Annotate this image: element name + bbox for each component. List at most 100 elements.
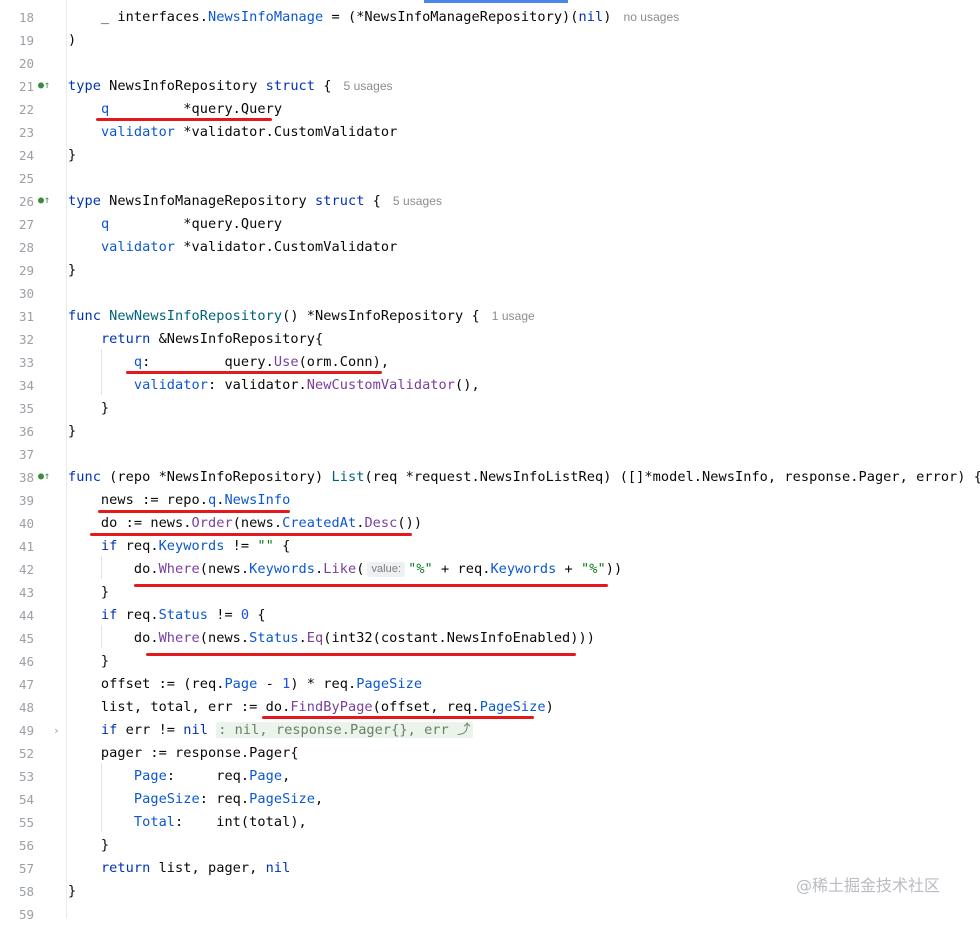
code-line[interactable]: 41 if req.Keywords != "" { — [0, 535, 980, 558]
token-kw: if — [100, 607, 118, 623]
code-line[interactable]: 26 ●↑ type NewsInfoManageRepository struct… — [0, 190, 980, 213]
code-line[interactable]: 23 validator *validator.CustomValidator — [0, 121, 980, 144]
code-line[interactable]: 39 news := repo.q.NewsInfo — [0, 489, 980, 512]
code-line[interactable]: 55 Total: int(total), — [0, 811, 980, 834]
code-line[interactable]: 45 do.Where(news.Status.Eq(int32(costant… — [0, 627, 980, 650]
code-line[interactable]: 59 — [0, 903, 980, 926]
line-number: 47 — [18, 677, 34, 692]
token-fld: Keywords — [158, 538, 225, 554]
code-text: } — [68, 653, 110, 669]
code-text: offset := (req.Page - 1) * req.PageSize — [68, 676, 423, 692]
token-fld: PageSize — [133, 791, 200, 807]
annotation-underline — [146, 653, 576, 656]
code-line[interactable]: 53 Page: req.Page, — [0, 765, 980, 788]
implementation-marker-icon[interactable]: ●↑ — [38, 194, 50, 208]
code-text: Total: int(total), — [133, 814, 307, 830]
token-fld: Keywords — [249, 561, 316, 577]
token-num: 1 — [282, 676, 291, 692]
code-line[interactable]: 31 func NewNewsInfoRepository() *NewsInfo… — [0, 305, 980, 328]
line-number: 40 — [18, 516, 34, 531]
code-line[interactable]: 47 offset := (req.Page - 1) * req.PageSi… — [0, 673, 980, 696]
code-line[interactable]: 37 — [0, 443, 980, 466]
fold-chevron-icon[interactable]: › — [53, 719, 60, 742]
code-line[interactable]: 56 } — [0, 834, 980, 857]
code-line[interactable]: 21 ●↑ type NewsInfoRepository struct {5 us… — [0, 75, 980, 98]
token-num: 0 — [240, 607, 250, 623]
code-line[interactable]: 36} — [0, 420, 980, 443]
indent-guide — [101, 625, 102, 648]
code-text: if err != nil : nil, response.Pager{}, e… — [100, 722, 473, 738]
line-number: 45 — [18, 631, 34, 646]
token-param: value: — [367, 562, 406, 577]
token-fld: validator — [100, 239, 176, 255]
code-line[interactable]: 49 › if err != nil : nil, response.Pager{… — [0, 719, 980, 742]
code-text: if req.Status != 0 { — [100, 607, 266, 623]
implementation-marker-icon[interactable]: ●↑ — [38, 79, 50, 93]
code-line[interactable]: 20 — [0, 52, 980, 75]
code-text: validator *validator.CustomValidator — [100, 124, 398, 140]
implementation-marker-icon[interactable]: ●↑ — [38, 470, 50, 484]
usages-hint[interactable]: no usages — [623, 10, 679, 24]
code-line[interactable]: 42 do.Where(news.Keywords.Like(value: "%"… — [0, 558, 980, 581]
token-kw: return — [100, 331, 151, 347]
line-number: 39 — [18, 493, 34, 508]
line-number: 41 — [18, 539, 34, 554]
code-line[interactable]: 32 return &NewsInfoRepository{ — [0, 328, 980, 351]
usages-hint[interactable]: 5 usages — [393, 194, 442, 208]
line-number: 53 — [18, 769, 34, 784]
code-line[interactable]: 38 ●↑ func (repo *NewsInfoRepository) List… — [0, 466, 980, 489]
code-line[interactable]: 27 q *query.Query — [0, 213, 980, 236]
code-line[interactable]: 30 — [0, 282, 980, 305]
annotation-underline — [134, 584, 608, 587]
token-kw: func — [68, 469, 101, 485]
code-text: validator: validator.NewCustomValidator(… — [133, 377, 480, 393]
code-line[interactable]: 34 validator: validator.NewCustomValidat… — [0, 374, 980, 397]
code-text: type NewsInfoManageRepository struct {5 … — [68, 193, 443, 209]
code-line[interactable]: 29} — [0, 259, 980, 282]
code-text: } — [68, 883, 77, 899]
code-line[interactable]: 35 } — [0, 397, 980, 420]
annotation-underline — [262, 716, 534, 719]
line-number: 48 — [18, 700, 34, 715]
code-text: pager := response.Pager{ — [68, 745, 299, 761]
code-text: q *query.Query — [100, 216, 283, 232]
watermark: @稀土掘金技术社区 — [796, 876, 941, 895]
token-fn: List — [331, 469, 365, 485]
token-kw: return — [100, 860, 151, 876]
line-number: 49 — [18, 723, 34, 738]
code-line[interactable]: 19) — [0, 29, 980, 52]
code-text: do.Where(news.Status.Eq(int32(costant.Ne… — [68, 630, 595, 646]
usages-hint[interactable]: 1 usage — [492, 309, 535, 323]
line-number: 18 — [18, 10, 34, 25]
code-line[interactable]: 24} — [0, 144, 980, 167]
code-line[interactable]: 18 _ interfaces.NewsInfoManage = (*NewsI… — [0, 6, 980, 29]
token-mth: NewCustomValidator — [306, 377, 456, 393]
line-number: 28 — [18, 240, 34, 255]
line-number: 56 — [18, 838, 34, 853]
usages-hint[interactable]: 5 usages — [344, 79, 393, 93]
code-line[interactable]: 28 validator *validator.CustomValidator — [0, 236, 980, 259]
line-number: 26 — [18, 194, 34, 209]
indent-guide — [101, 349, 102, 395]
token-mth: Order — [191, 515, 233, 531]
code-line[interactable]: 54 PageSize: req.PageSize, — [0, 788, 980, 811]
token-mth: FindByPage — [290, 699, 373, 715]
token-kw: nil — [578, 9, 604, 25]
token-fld: validator — [133, 377, 208, 393]
token-fld: Page — [249, 768, 283, 784]
line-number: 25 — [18, 171, 34, 186]
code-line[interactable]: 52 pager := response.Pager{ — [0, 742, 980, 765]
line-number: 31 — [18, 309, 34, 324]
annotation-underline — [90, 533, 412, 536]
token-kw: type — [68, 193, 101, 209]
code-line[interactable]: 25 — [0, 167, 980, 190]
line-number: 32 — [18, 332, 34, 347]
code-text: if req.Keywords != "" { — [100, 538, 291, 554]
token-kw: func — [68, 308, 101, 324]
code-line[interactable]: 44 if req.Status != 0 { — [0, 604, 980, 627]
token-kw: nil — [265, 860, 291, 876]
active-tab-indicator — [424, 0, 568, 3]
line-number: 21 — [18, 79, 34, 94]
code-line[interactable]: 40 do := news.Order(news.CreatedAt.Desc(… — [0, 512, 980, 535]
token-fn: NewNewsInfoRepository — [109, 308, 283, 324]
